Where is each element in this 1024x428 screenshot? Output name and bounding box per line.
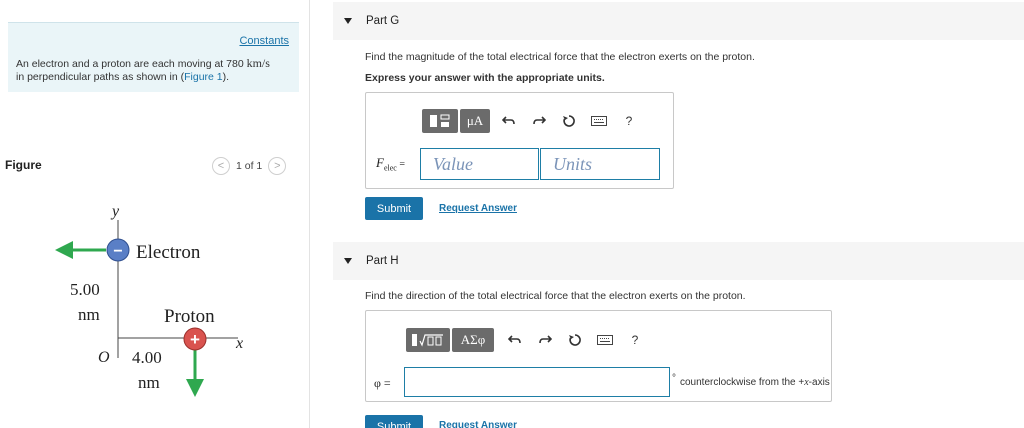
pager-prev-button[interactable]: < [212, 157, 230, 175]
greek-symbols-button[interactable]: AΣφ [452, 328, 494, 352]
redo-icon [539, 335, 552, 344]
f-elec-label: Felec = [376, 155, 405, 173]
electron-symbol: − [113, 243, 122, 260]
part-h-submit-button[interactable]: Submit [365, 415, 423, 428]
collapse-caret-icon [344, 18, 352, 24]
templates-button[interactable] [422, 109, 458, 133]
keyboard-button[interactable] [584, 109, 614, 133]
problem-text: An electron and a proton are each moving… [16, 56, 270, 84]
degree-symbol: ° [672, 373, 676, 384]
templates-icon [430, 114, 450, 127]
y-axis-label: y [110, 203, 120, 220]
pager-count: 1 of 1 [236, 160, 263, 172]
speed-unit: km/s [246, 56, 270, 70]
undo-icon [508, 335, 521, 344]
problem-statement-box: Constants An electron and a proton are e… [8, 22, 299, 92]
redo-icon [533, 116, 546, 125]
vertical-distance-unit: nm [78, 305, 100, 324]
direction-suffix: counterclockwise from the +x-axis [680, 377, 830, 388]
part-g-title: Part G [366, 15, 400, 27]
redo-button[interactable] [524, 109, 554, 133]
keyboard-icon [597, 335, 613, 345]
keyboard-icon [591, 116, 607, 126]
part-g-question: Find the magnitude of the total electric… [365, 51, 755, 63]
horizontal-distance-unit: nm [138, 373, 160, 392]
phi-input[interactable] [404, 367, 670, 397]
figure-pager: < 1 of 1 > [212, 157, 287, 175]
part-h-header[interactable]: Part H [333, 242, 1024, 280]
help-button[interactable]: ? [620, 328, 650, 352]
proton-label: Proton [164, 306, 215, 327]
figure-link[interactable]: Figure 1 [184, 71, 223, 83]
keyboard-button[interactable] [590, 328, 620, 352]
reset-button[interactable] [560, 328, 590, 352]
part-g-header[interactable]: Part G [333, 2, 1024, 40]
x-axis-label: x [235, 335, 243, 352]
origin-label: O [98, 349, 110, 366]
part-g-submit-button[interactable]: Submit [365, 197, 423, 220]
value-input[interactable]: Value [420, 148, 539, 180]
help-button[interactable]: ? [614, 109, 644, 133]
redo-button[interactable] [530, 328, 560, 352]
part-g-instruction: Express your answer with the appropriate… [365, 72, 605, 84]
figure-diagram: y x O − Electron 5.00 nm Proton + 4.00 n… [55, 203, 243, 397]
part-h-question: Find the direction of the total electric… [365, 290, 746, 302]
templates-button[interactable] [406, 328, 450, 352]
reset-icon [569, 334, 581, 346]
part-h-answer-box: AΣφ ? φ = ° counterclockwise from the +x… [365, 310, 832, 402]
part-g-request-answer-link[interactable]: Request Answer [439, 203, 517, 214]
figure-heading: Figure [5, 158, 42, 172]
vertical-distance-value: 5.00 [70, 280, 100, 299]
undo-button[interactable] [500, 328, 530, 352]
proton-symbol: + [190, 330, 200, 349]
templates-icon [412, 334, 443, 347]
part-h-title: Part H [366, 255, 399, 267]
electron-label: Electron [136, 242, 201, 263]
reset-icon [563, 115, 575, 127]
undo-icon [502, 116, 515, 125]
undo-button[interactable] [494, 109, 524, 133]
units-button[interactable]: μA [460, 109, 490, 133]
collapse-caret-icon [344, 258, 352, 264]
reset-button[interactable] [554, 109, 584, 133]
part-g-toolbar: μA ? [422, 109, 644, 133]
horizontal-distance-value: 4.00 [132, 348, 162, 367]
part-g-answer-box: μA ? Felec = Value Units [365, 92, 674, 189]
part-h-toolbar: AΣφ ? [406, 328, 650, 352]
problem-pane: Constants An electron and a proton are e… [0, 0, 310, 428]
units-input[interactable]: Units [540, 148, 660, 180]
part-h-request-answer-link[interactable]: Request Answer [439, 420, 517, 428]
pager-next-button[interactable]: > [268, 157, 287, 175]
phi-label: φ = [374, 376, 391, 390]
constants-link[interactable]: Constants [239, 35, 289, 47]
